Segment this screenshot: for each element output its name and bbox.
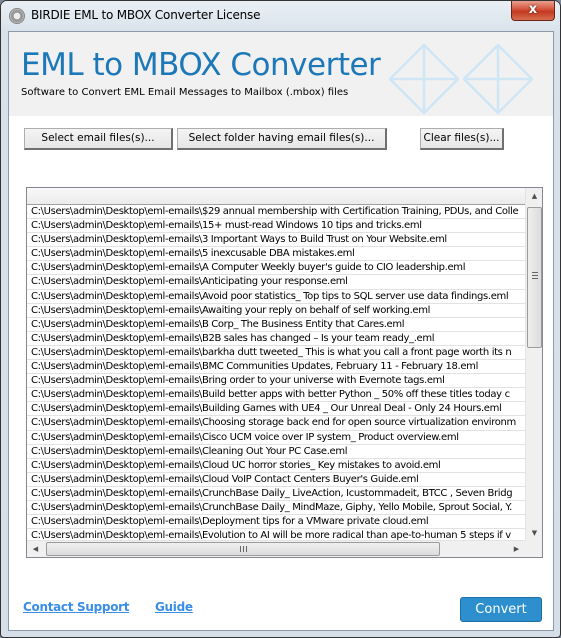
grip-icon bbox=[240, 546, 247, 552]
list-item[interactable]: C:\Users\admin\Desktop\eml-emails\Cleani… bbox=[27, 445, 525, 459]
list-item[interactable]: C:\Users\admin\Desktop\eml-emails\Antici… bbox=[27, 275, 525, 290]
page-title: EML to MBOX Converter bbox=[21, 47, 381, 83]
list-item[interactable]: C:\Users\admin\Desktop\eml-emails\3 Impo… bbox=[27, 233, 525, 248]
select-email-files-button[interactable]: Select email files(s)... bbox=[24, 128, 173, 150]
scroll-left-icon[interactable]: ◀ bbox=[27, 541, 44, 557]
client-area: EML to MBOX Converter Software to Conver… bbox=[8, 31, 554, 631]
list-item[interactable]: C:\Users\admin\Desktop\eml-emails\Build … bbox=[27, 388, 525, 403]
list-item[interactable]: C:\Users\admin\Desktop\eml-emails\Awaiti… bbox=[27, 304, 525, 318]
list-item[interactable]: C:\Users\admin\Desktop\eml-emails\barkha… bbox=[27, 346, 525, 361]
title-bar: BIRDIE EML to MBOX Converter License x bbox=[1, 1, 560, 31]
app-window: BIRDIE EML to MBOX Converter License x E… bbox=[0, 0, 561, 638]
list-item[interactable]: C:\Users\admin\Desktop\eml-emails\15+ mu… bbox=[27, 219, 525, 234]
horizontal-scrollbar[interactable]: ◀ ▶ bbox=[27, 540, 525, 557]
envelope-icon bbox=[387, 42, 461, 116]
list-item[interactable]: C:\Users\admin\Desktop\eml-emails\B2B sa… bbox=[27, 332, 525, 346]
list-item[interactable]: C:\Users\admin\Desktop\eml-emails\B Corp… bbox=[27, 318, 525, 332]
contact-support-link[interactable]: Contact Support bbox=[23, 600, 130, 614]
grip-icon bbox=[532, 272, 538, 279]
list-item[interactable]: C:\Users\admin\Desktop\eml-emails\Avoid … bbox=[27, 290, 525, 304]
list-item[interactable]: C:\Users\admin\Desktop\eml-emails\Crunch… bbox=[27, 487, 525, 501]
list-item[interactable]: C:\Users\admin\Desktop\eml-emails\Crunch… bbox=[27, 501, 525, 516]
scroll-up-icon[interactable]: ▲ bbox=[526, 188, 542, 205]
list-item[interactable]: C:\Users\admin\Desktop\eml-emails\Cloud … bbox=[27, 459, 525, 473]
file-list[interactable]: C:\Users\admin\Desktop\eml-emails\$29 an… bbox=[26, 187, 543, 558]
clear-files-button[interactable]: Clear files(s)... bbox=[420, 128, 504, 150]
vertical-scrollbar[interactable]: ▲ ▼ bbox=[525, 188, 542, 542]
list-item[interactable]: C:\Users\admin\Desktop\eml-emails\Cisco … bbox=[27, 431, 525, 445]
vertical-scroll-thumb[interactable] bbox=[527, 207, 542, 348]
list-item[interactable]: C:\Users\admin\Desktop\eml-emails\5 inex… bbox=[27, 247, 525, 262]
scroll-right-icon[interactable]: ▶ bbox=[508, 541, 525, 557]
horizontal-scroll-thumb[interactable] bbox=[46, 542, 440, 556]
close-button[interactable]: x bbox=[511, 1, 555, 21]
list-item[interactable]: C:\Users\admin\Desktop\eml-emails\Deploy… bbox=[27, 515, 525, 530]
convert-button[interactable]: Convert bbox=[460, 597, 542, 622]
list-item[interactable]: C:\Users\admin\Desktop\eml-emails\Choosi… bbox=[27, 416, 525, 431]
scrollbar-corner bbox=[525, 540, 542, 557]
guide-link[interactable]: Guide bbox=[155, 600, 193, 614]
select-folder-button[interactable]: Select folder having email files(s)... bbox=[177, 128, 387, 150]
list-item[interactable]: C:\Users\admin\Desktop\eml-emails\A Comp… bbox=[27, 261, 525, 276]
envelope-icon bbox=[461, 42, 535, 116]
list-item[interactable]: C:\Users\admin\Desktop\eml-emails\Buildi… bbox=[27, 402, 525, 417]
list-column-header[interactable] bbox=[27, 188, 525, 205]
list-item[interactable]: C:\Users\admin\Desktop\eml-emails\Cloud … bbox=[27, 473, 525, 487]
gear-icon bbox=[9, 8, 25, 24]
list-item[interactable]: C:\Users\admin\Desktop\eml-emails\BMC Co… bbox=[27, 360, 525, 375]
header-banner: EML to MBOX Converter Software to Conver… bbox=[9, 32, 553, 116]
window-title: BIRDIE EML to MBOX Converter License bbox=[31, 8, 261, 22]
file-list-rows: C:\Users\admin\Desktop\eml-emails\$29 an… bbox=[27, 205, 525, 542]
list-item[interactable]: C:\Users\admin\Desktop\eml-emails\$29 an… bbox=[27, 205, 525, 220]
list-item[interactable]: C:\Users\admin\Desktop\eml-emails\Bring … bbox=[27, 374, 525, 389]
page-subtitle: Software to Convert EML Email Messages t… bbox=[21, 87, 349, 98]
